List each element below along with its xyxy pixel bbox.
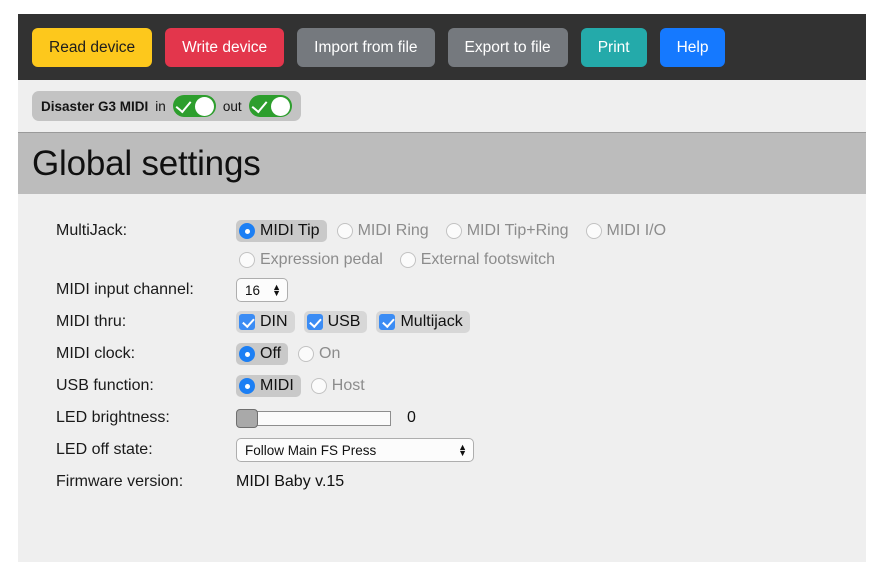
radio-usb-midi[interactable]: MIDI (236, 375, 301, 397)
midi-input-channel-value: 16 (245, 282, 261, 298)
checkbox-checked-icon (239, 314, 255, 330)
row-multijack: MultiJack: MIDI Tip MIDI Ring MIDI Tip+R… (18, 216, 866, 246)
checkbox-din[interactable]: DIN (236, 311, 295, 333)
radio-midi-io[interactable]: MIDI I/O (583, 220, 674, 242)
radio-label: MIDI Tip+Ring (466, 222, 569, 239)
read-device-button[interactable]: Read device (32, 27, 153, 67)
radio-selected-icon (239, 223, 255, 239)
radio-label: MIDI I/O (606, 222, 667, 239)
main-toolbar: Read device Write device Import from fil… (18, 14, 866, 80)
radio-label: MIDI Tip (260, 222, 320, 239)
radio-label: Off (260, 345, 282, 362)
multijack-label: MultiJack: (56, 222, 128, 239)
slider-track (244, 410, 391, 426)
radio-unselected-icon (585, 223, 602, 239)
radio-unselected-icon (239, 252, 255, 268)
firmware-version-field: MIDI Baby v.15 (236, 473, 344, 491)
radio-unselected-icon (336, 223, 353, 239)
row-midi-input-channel: MIDI input channel: 16 ▲ ▼ (18, 274, 866, 306)
midi-in-toggle[interactable] (172, 95, 216, 117)
stepper-arrows-icon: ▲ ▼ (458, 442, 467, 458)
midi-input-channel-select[interactable]: 16 ▲ ▼ (236, 278, 288, 302)
usb-function-options: MIDI Host (236, 375, 379, 397)
radio-usb-host[interactable]: Host (308, 375, 372, 397)
radio-label: Host (331, 377, 365, 394)
radio-unselected-icon (445, 223, 462, 239)
led-brightness-label: LED brightness: (56, 409, 170, 426)
check-icon (175, 96, 192, 114)
midi-out-toggle[interactable] (248, 95, 292, 117)
midi-thru-label: MIDI thru: (56, 313, 127, 330)
checkbox-multijack[interactable]: Multijack (376, 311, 470, 333)
checkbox-usb[interactable]: USB (303, 311, 368, 333)
led-brightness-field: 0 (236, 408, 416, 428)
toggle-knob (271, 96, 291, 116)
led-off-state-value: Follow Main FS Press (245, 442, 377, 458)
radio-label: MIDI Ring (357, 222, 429, 239)
row-midi-thru: MIDI thru: DIN USB Multijack (18, 306, 866, 338)
midi-clock-label: MIDI clock: (56, 345, 136, 362)
radio-label: On (319, 345, 341, 362)
help-button[interactable]: Help (659, 27, 726, 67)
radio-expression-pedal[interactable]: Expression pedal (236, 249, 390, 271)
radio-selected-icon (239, 378, 255, 394)
radio-selected-icon (239, 346, 255, 362)
row-midi-clock: MIDI clock: Off On (18, 338, 866, 370)
row-usb-function: USB function: MIDI Host (18, 370, 866, 402)
device-pill: Disaster G3 MIDI in out (32, 91, 301, 121)
led-brightness-slider[interactable] (236, 408, 391, 428)
midi-input-channel-label: MIDI input channel: (56, 281, 194, 298)
export-to-file-button[interactable]: Export to file (447, 27, 568, 67)
firmware-version-label: Firmware version: (56, 473, 184, 490)
firmware-version-value: MIDI Baby v.15 (236, 473, 345, 490)
checkbox-label: Multijack (400, 313, 463, 330)
radio-label: External footswitch (420, 251, 556, 268)
page-title-bar: Global settings (18, 132, 866, 194)
led-brightness-value: 0 (407, 409, 416, 426)
checkbox-label: USB (327, 313, 361, 330)
page-title: Global settings (32, 143, 261, 183)
check-icon (251, 96, 268, 114)
device-name-label: Disaster G3 MIDI (41, 98, 149, 114)
radio-external-footswitch[interactable]: External footswitch (397, 249, 562, 271)
radio-midi-tip-ring[interactable]: MIDI Tip+Ring (443, 220, 576, 242)
multijack-options-row2: Expression pedal External footswitch (18, 246, 866, 274)
import-from-file-button[interactable]: Import from file (297, 27, 435, 67)
midi-input-channel-field: 16 ▲ ▼ (236, 278, 288, 302)
row-firmware-version: Firmware version: MIDI Baby v.15 (18, 466, 866, 498)
device-status-bar: Disaster G3 MIDI in out (18, 80, 866, 132)
midi-out-label: out (222, 98, 242, 114)
checkbox-label: DIN (260, 313, 288, 330)
stepper-arrows-icon: ▲ ▼ (272, 282, 281, 298)
slider-thumb[interactable] (236, 409, 258, 428)
app-window: Read device Write device Import from fil… (18, 14, 866, 562)
settings-form: MultiJack: MIDI Tip MIDI Ring MIDI Tip+R… (18, 194, 866, 562)
usb-function-label: USB function: (56, 377, 154, 394)
checkbox-checked-icon (379, 314, 396, 330)
row-led-brightness: LED brightness: 0 (18, 402, 866, 434)
toggle-knob (195, 96, 215, 116)
midi-clock-options: Off On (236, 343, 354, 365)
radio-unselected-icon (399, 252, 416, 268)
radio-midi-tip[interactable]: MIDI Tip (236, 220, 327, 242)
midi-in-label: in (155, 98, 166, 114)
led-off-state-select[interactable]: Follow Main FS Press ▲ ▼ (236, 438, 474, 462)
led-off-state-label: LED off state: (56, 441, 153, 458)
row-led-off-state: LED off state: Follow Main FS Press ▲ ▼ (18, 434, 866, 466)
checkbox-checked-icon (306, 314, 323, 330)
radio-midi-clock-on[interactable]: On (295, 343, 347, 365)
print-button[interactable]: Print (580, 27, 647, 67)
midi-thru-options: DIN USB Multijack (236, 311, 479, 333)
radio-midi-clock-off[interactable]: Off (236, 343, 289, 365)
multijack-options-row1: MIDI Tip MIDI Ring MIDI Tip+Ring MIDI I/… (236, 220, 680, 242)
radio-unselected-icon (298, 346, 315, 362)
write-device-button[interactable]: Write device (165, 27, 285, 67)
radio-unselected-icon (310, 378, 327, 394)
led-off-state-field: Follow Main FS Press ▲ ▼ (236, 438, 474, 462)
radio-label: MIDI (260, 377, 294, 394)
radio-label: Expression pedal (260, 251, 383, 268)
radio-midi-ring[interactable]: MIDI Ring (334, 220, 436, 242)
